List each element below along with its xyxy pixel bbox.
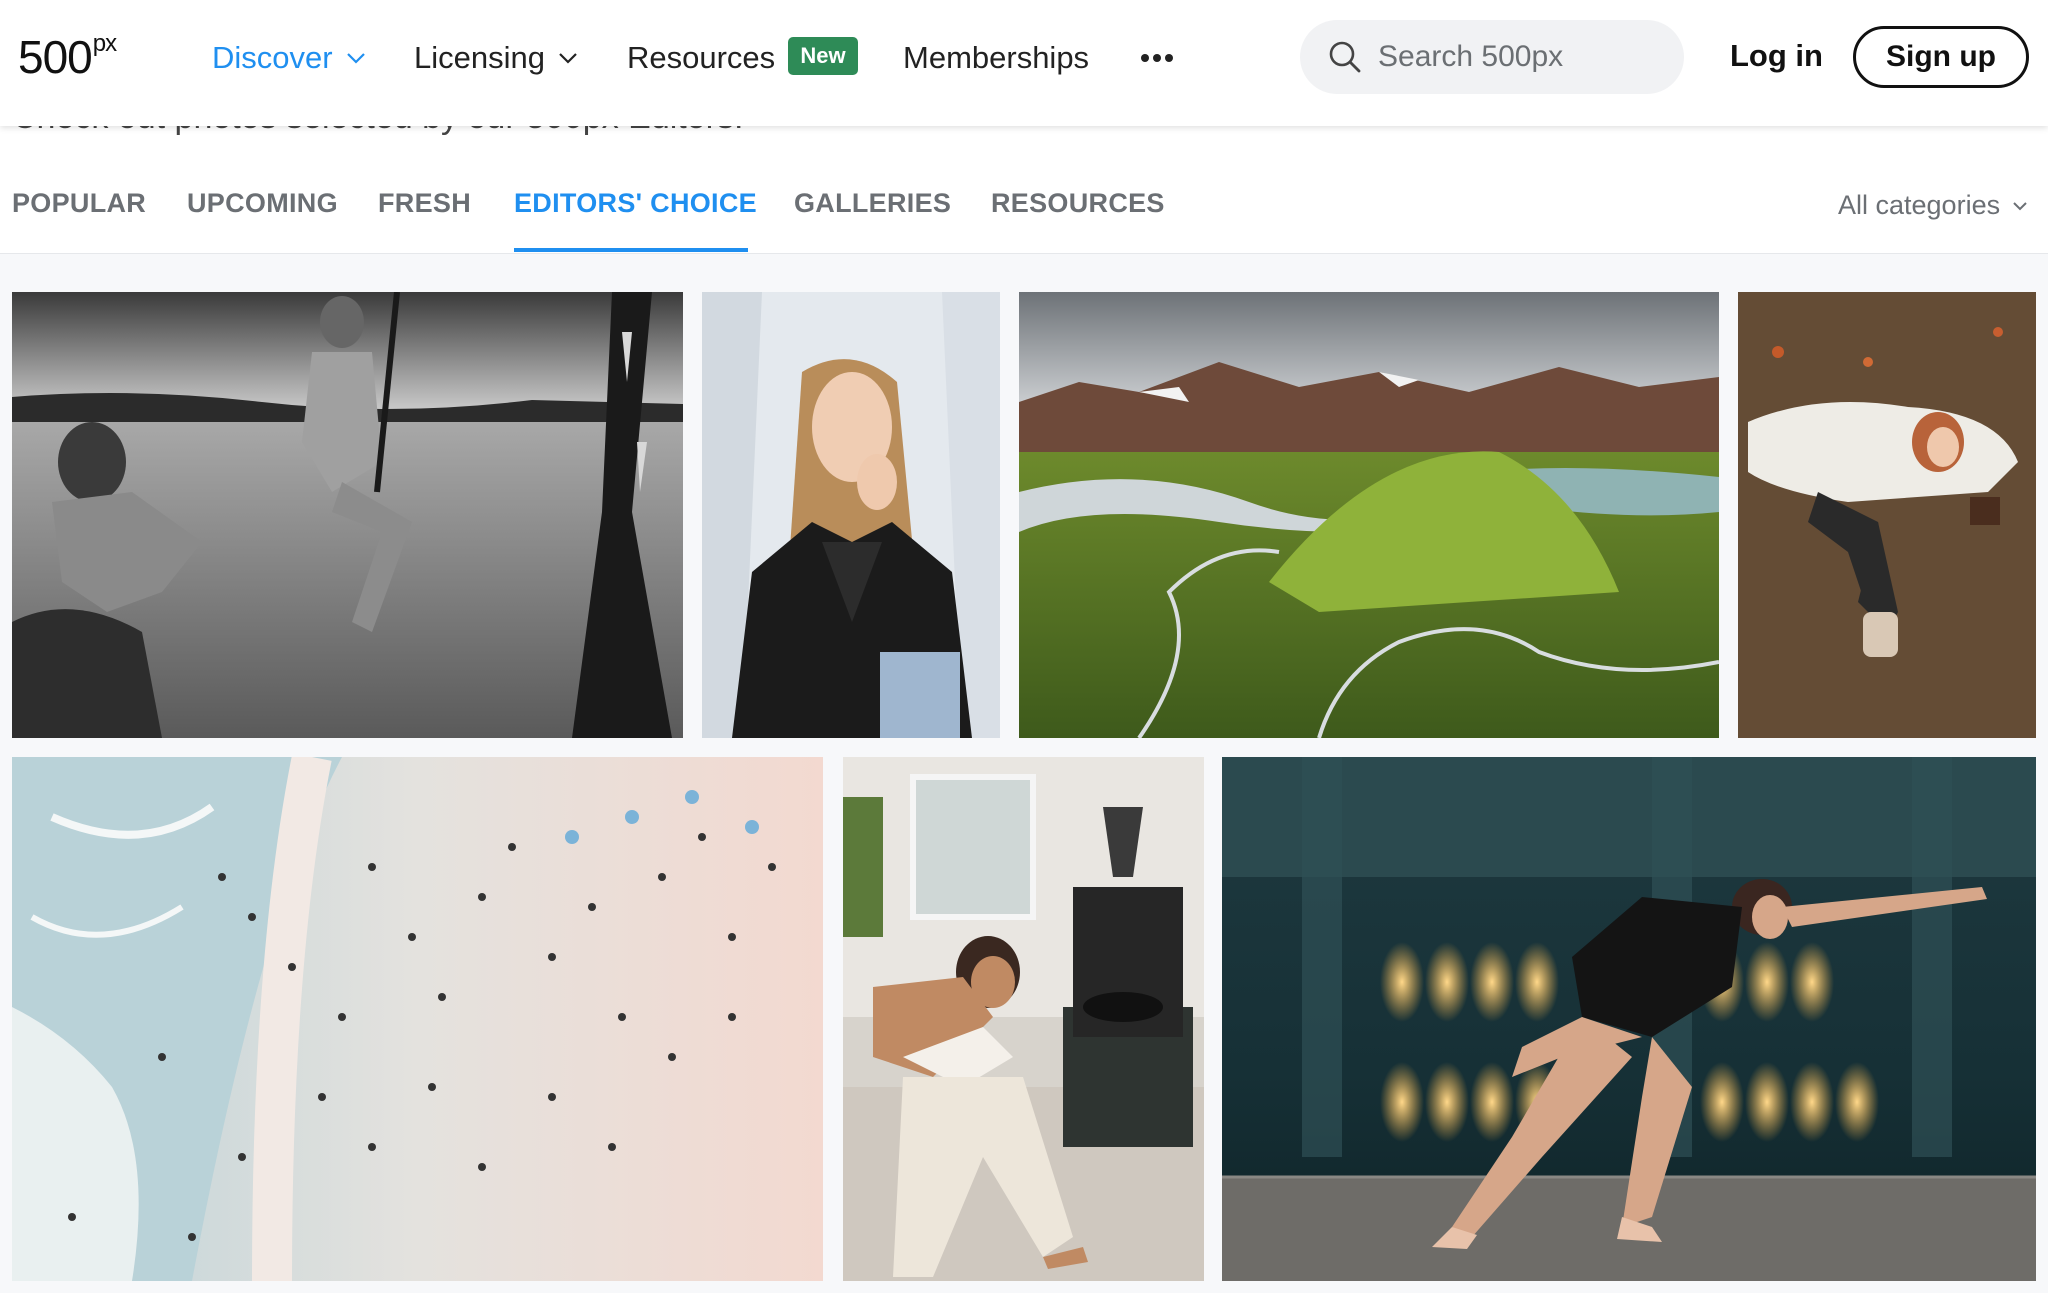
logo-text: 500 (18, 31, 93, 83)
photo-woman-white-dress (1738, 292, 2036, 738)
photo-mountain-valley (1019, 292, 1719, 738)
photo-card[interactable] (1019, 292, 1719, 738)
tab-fresh[interactable]: FRESH (378, 188, 471, 219)
photo-card[interactable] (1222, 757, 2036, 1281)
nav-resources-label: Resources (627, 40, 776, 75)
photo-woman-record-player (843, 757, 1204, 1281)
chevron-down-icon (2013, 201, 2027, 210)
signup-button[interactable]: Sign up (1853, 26, 2029, 88)
category-dropdown-label: All categories (1838, 190, 2001, 220)
tab-editors-choice[interactable]: EDITORS' CHOICE (514, 188, 757, 219)
photo-card[interactable] (702, 292, 1000, 738)
new-badge: New (788, 37, 858, 75)
login-link[interactable]: Log in (1730, 38, 1823, 74)
tab-galleries[interactable]: GALLERIES (794, 188, 951, 219)
nav-licensing[interactable]: Licensing (414, 40, 579, 76)
photo-boys-lake (12, 292, 683, 738)
tab-popular[interactable]: POPULAR (12, 188, 146, 219)
photo-card[interactable] (1738, 292, 2036, 738)
nav-resources[interactable]: Resources (627, 40, 775, 76)
category-dropdown[interactable]: All categories (1838, 190, 2028, 221)
tab-upcoming[interactable]: UPCOMING (187, 188, 338, 219)
photo-woman-leather-jacket (702, 292, 1000, 738)
500px-logo[interactable]: 500px (18, 31, 117, 83)
search-icon (1329, 41, 1361, 73)
photo-card[interactable] (12, 292, 683, 738)
more-dots-icon[interactable] (1140, 44, 1174, 72)
nav-discover-label: Discover (212, 40, 333, 75)
active-tab-indicator (514, 248, 748, 252)
nav-memberships-label: Memberships (903, 40, 1090, 75)
chevron-down-icon (559, 53, 577, 64)
search-bar[interactable] (1300, 20, 1684, 94)
search-input[interactable] (1378, 40, 1678, 74)
logo-superscript: px (92, 29, 117, 57)
top-navigation-bar: 500px Discover Licensing Resources New M… (0, 0, 2048, 126)
photo-dancer-rooftop (1222, 757, 2036, 1281)
photo-card[interactable] (843, 757, 1204, 1281)
nav-memberships[interactable]: Memberships (903, 40, 1089, 76)
chevron-down-icon (346, 53, 365, 64)
nav-licensing-label: Licensing (414, 40, 545, 75)
photo-crowded-beach (12, 757, 823, 1281)
photo-card[interactable] (12, 757, 823, 1281)
nav-discover[interactable]: Discover (212, 40, 367, 76)
tab-resources[interactable]: RESOURCES (991, 188, 1165, 219)
